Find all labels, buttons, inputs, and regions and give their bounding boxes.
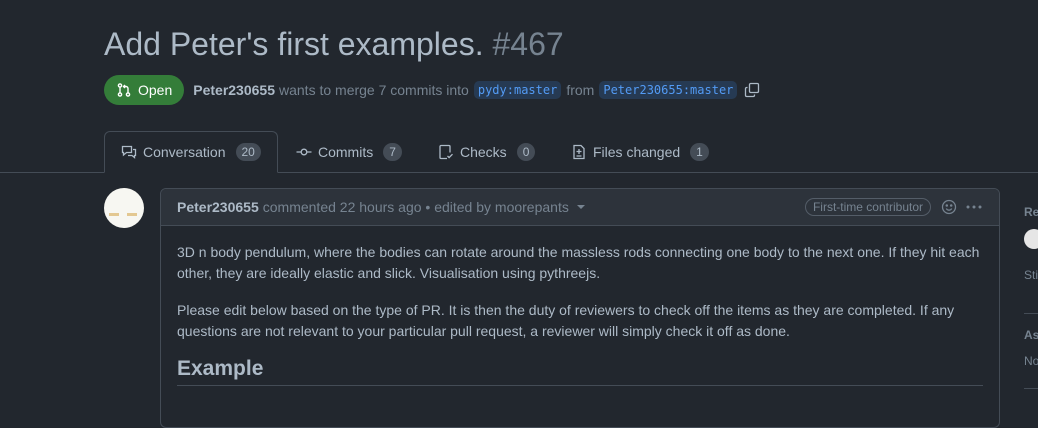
sidebar-status-text: Sti — [1024, 268, 1038, 282]
comment-paragraph: 3D n body pendulum, where the bodies can… — [177, 244, 980, 281]
first-time-contributor-badge: First-time contributor — [804, 198, 931, 216]
pr-number: #467 — [492, 26, 564, 62]
section-heading: Example — [177, 358, 983, 386]
reviewer-avatar[interactable] — [1024, 229, 1038, 249]
tab-files-changed-count: 1 — [690, 142, 709, 161]
tab-conversation-label: Conversation — [143, 144, 226, 160]
tab-files-changed-label: Files changed — [593, 143, 681, 160]
pr-author-link[interactable]: Peter230655 — [193, 82, 275, 98]
pr-title: Add Peter's first examples. #467 — [104, 24, 564, 64]
avatar-pattern — [109, 213, 119, 216]
merge-text: wants to merge 7 commits into — [279, 82, 469, 98]
git-pull-request-icon — [117, 83, 131, 97]
comment-discussion-icon — [121, 145, 137, 159]
avatar[interactable] — [104, 188, 144, 228]
git-commit-icon — [296, 148, 312, 155]
pr-meta: Open Peter230655 wants to merge 7 commit… — [104, 75, 760, 105]
sidebar-reviewers-label[interactable]: Re — [1024, 205, 1038, 219]
from-text: from — [566, 82, 595, 98]
head-branch[interactable]: Peter230655:master — [599, 81, 738, 99]
tab-commits-count: 7 — [383, 142, 402, 161]
comment-author-link[interactable]: Peter230655 — [177, 199, 259, 215]
comment-box: Peter230655 commented 22 hours ago • edi… — [160, 188, 1000, 428]
sidebar-divider — [1024, 388, 1038, 389]
base-branch[interactable]: pydy:master — [473, 81, 562, 99]
right-sidebar: Re Sti As No — [1024, 0, 1038, 402]
comment-meta: commented 22 hours ago • edited by moore… — [262, 199, 569, 215]
tab-commits-label: Commits — [318, 143, 374, 160]
tab-conversation-count: 20 — [235, 143, 261, 161]
comment-header: Peter230655 commented 22 hours ago • edi… — [161, 189, 999, 226]
sidebar-assignees-label[interactable]: As — [1024, 328, 1038, 342]
checklist-icon — [439, 144, 453, 159]
tab-files-changed[interactable]: Files changed 1 — [571, 131, 709, 172]
tab-checks-label: Checks — [460, 143, 507, 160]
sidebar-divider — [1024, 313, 1038, 314]
pr-title-text: Add Peter's first examples. — [104, 26, 484, 62]
tab-commits[interactable]: Commits 7 — [296, 131, 402, 172]
state-badge-open: Open — [104, 75, 185, 105]
state-label: Open — [138, 82, 173, 98]
comment-paragraph: Please edit below based on the type of P… — [177, 302, 955, 339]
tab-checks-count: 0 — [516, 142, 536, 161]
kebab-horizontal-icon[interactable] — [965, 199, 983, 215]
smiley-icon[interactable] — [941, 199, 957, 215]
avatar-pattern — [127, 213, 137, 216]
file-diff-icon — [573, 144, 585, 159]
sidebar-assignees-value: No — [1024, 354, 1038, 368]
pr-tab-bar: Conversation 20 Commits 7 Checks 0 Files… — [0, 131, 1038, 173]
copy-icon[interactable] — [744, 82, 760, 98]
tab-checks[interactable]: Checks 0 — [438, 131, 536, 172]
tab-conversation[interactable]: Conversation 20 — [104, 131, 278, 173]
comment-body: 3D n body pendulum, where the bodies can… — [161, 226, 999, 402]
chevron-down-icon[interactable] — [576, 205, 585, 209]
